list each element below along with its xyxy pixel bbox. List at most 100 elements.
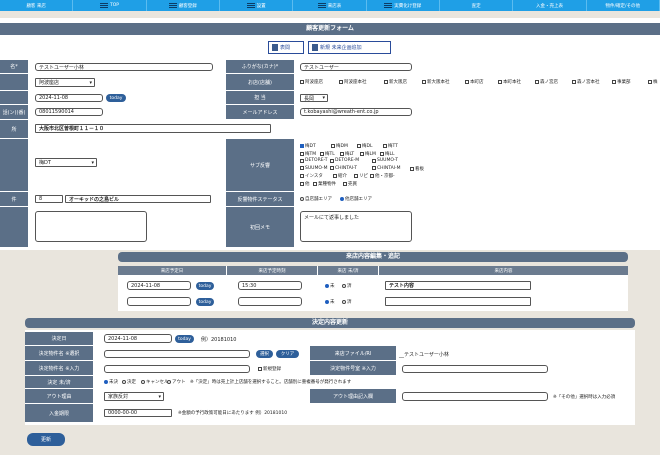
menu-icon: [168, 3, 177, 8]
address-input[interactable]: 大阪市北区曽根町１１－１０: [35, 124, 271, 133]
store-checkbox-0[interactable]: 阿波座店: [300, 79, 323, 85]
visit-status-not-2[interactable]: 未: [325, 299, 335, 305]
store-select[interactable]: 阿波座店: [35, 78, 95, 87]
store-checkbox-3[interactable]: 新大阪本社: [422, 79, 450, 85]
decision-prop-name2-input[interactable]: [104, 365, 250, 373]
memo-textarea[interactable]: メールにて返事しました: [300, 211, 412, 242]
campaign-button[interactable]: 新規 未来企画追加: [308, 41, 391, 54]
visit-date-input[interactable]: 2024-11-08: [127, 281, 191, 290]
staff-label: 担 当: [226, 91, 294, 104]
subarea-checkbox-21[interactable]: 業種物件: [313, 181, 336, 187]
subarea-checkbox-5[interactable]: 梅TL: [320, 151, 335, 157]
type-select[interactable]: 梅DT: [35, 158, 97, 167]
decision-date-input[interactable]: 2024-11-08: [104, 334, 172, 343]
store-checkbox-9[interactable]: 株: [648, 79, 658, 85]
decision-room-input[interactable]: [402, 365, 548, 373]
select-button[interactable]: 選択: [256, 350, 273, 358]
name-label: 名*: [0, 60, 28, 73]
nav-item-8[interactable]: 物件/確定/その他: [587, 0, 660, 11]
menu-icon: [246, 3, 255, 8]
new-registration-checkbox[interactable]: 新規登録: [258, 366, 281, 372]
reason-select[interactable]: 家族反対: [104, 392, 164, 401]
nav-item-5[interactable]: 実費化け登録: [367, 0, 440, 11]
decision-prop-name-input[interactable]: [104, 350, 250, 358]
subarea-checkbox-1[interactable]: 梅DM: [331, 143, 348, 149]
status-radio-other[interactable]: 他店舗エリア: [340, 196, 372, 202]
store-checkbox-5[interactable]: 本町本社: [498, 79, 521, 85]
menu-icon: [384, 3, 393, 8]
building-no-input[interactable]: 8: [35, 195, 63, 203]
top-nav: 顧客 来店 TOP 顧客登録 設置 来店表 実費化け登録 査定 入金・売上表 物件/確定/その他: [0, 0, 660, 11]
visit-status-done-2[interactable]: 済: [342, 299, 352, 305]
subarea-checkbox-2[interactable]: 梅DL: [357, 143, 372, 149]
visit-today-button-2[interactable]: today: [196, 298, 214, 306]
staff-select[interactable]: 長岡: [300, 94, 328, 102]
nav-item-3[interactable]: 設置: [220, 0, 294, 11]
today-button[interactable]: today: [106, 94, 126, 102]
nav-item-4[interactable]: 来店表: [293, 0, 367, 11]
subarea-checkbox-14[interactable]: CHINTAI-M: [372, 166, 401, 171]
subarea-checkbox-18[interactable]: リピ: [354, 173, 368, 179]
subarea-checkbox-9[interactable]: DETORE-T: [300, 158, 328, 163]
decision-prop-name2-label: 決定物件名 ※入力: [25, 361, 93, 375]
nav-item-7[interactable]: 入金・売上表: [513, 0, 587, 11]
nav-item-2[interactable]: 顧客登録: [147, 0, 220, 11]
building-name-input[interactable]: オーキッドの之島ビル: [65, 195, 211, 203]
phone-input[interactable]: 08011590014: [35, 108, 103, 116]
subarea-checkbox-4[interactable]: 梅TM: [300, 151, 316, 157]
subarea-checkbox-7[interactable]: 梅LM: [360, 151, 376, 157]
menu-icon: [99, 3, 108, 8]
decision-title: 決定内容更新: [25, 318, 635, 328]
clear-button[interactable]: クリア: [276, 350, 299, 358]
subarea-checkbox-13[interactable]: CHINTAI-T: [330, 166, 357, 171]
store-checkbox-2[interactable]: 新大阪店: [384, 79, 407, 85]
store-checkbox-4[interactable]: 本町店: [465, 79, 484, 85]
visit-content-input[interactable]: テスト内容: [385, 281, 531, 290]
decision-today-button[interactable]: today: [175, 335, 194, 343]
store-checkbox-8[interactable]: 事業部: [612, 79, 631, 85]
name-input[interactable]: テストユーザー小林: [35, 63, 213, 71]
store-checkbox-7[interactable]: 森ノ宮本社: [572, 79, 600, 85]
subarea-checkbox-8[interactable]: 梅LL: [380, 151, 395, 157]
reason-input[interactable]: [402, 392, 548, 401]
list-button[interactable]: 表間: [268, 41, 304, 54]
decision-status-radio-0[interactable]: 未決: [104, 379, 118, 385]
nav-item-0[interactable]: 顧客 来店: [0, 0, 74, 11]
subarea-checkbox-10[interactable]: DETORE-M: [330, 158, 359, 163]
subarea-checkbox-6[interactable]: 梅LT: [340, 151, 354, 157]
decision-status-radio-2[interactable]: キャンセル: [141, 379, 169, 385]
store-checkbox-1[interactable]: 阿波座本社: [339, 79, 367, 85]
date-input[interactable]: 2024-11-08: [35, 94, 103, 102]
subarea-checkbox-16[interactable]: インスタ: [300, 173, 323, 179]
status-label: 反響物件ステータス: [226, 192, 294, 206]
subarea-checkbox-15[interactable]: 看板: [410, 166, 424, 172]
subarea-checkbox-17[interactable]: 紹介: [333, 173, 347, 179]
email-input[interactable]: t.kobayashi@wreath-ent.co.jp: [300, 108, 412, 116]
visit-status-done[interactable]: 済: [342, 283, 352, 289]
decision-status-radio-3[interactable]: アウト: [167, 379, 186, 385]
subarea-checkbox-3[interactable]: 梅TT: [383, 143, 398, 149]
subarea-checkbox-19[interactable]: 他・京都-: [370, 173, 395, 179]
update-button[interactable]: 更新: [27, 433, 65, 446]
subarea-checkbox-20[interactable]: 他: [300, 181, 310, 187]
visit-col-time: 来店予定時刻: [227, 266, 317, 275]
visit-time-input-2[interactable]: [238, 297, 302, 306]
subarea-checkbox-0[interactable]: 梅DT: [300, 143, 316, 149]
subarea-checkbox-11[interactable]: SUUMO-T: [372, 158, 398, 163]
nav-item-6[interactable]: 査定: [440, 0, 514, 11]
decision-status-radio-1[interactable]: 決定: [122, 379, 136, 385]
kana-input[interactable]: テストユーザー: [300, 63, 412, 71]
decision-date-label: 決定日: [25, 332, 93, 345]
subarea-checkbox-12[interactable]: SUUMO-M: [300, 166, 328, 171]
blank-textarea[interactable]: [35, 211, 147, 242]
status-radio-own[interactable]: 自店舗エリア: [300, 196, 332, 202]
visit-content-input-2[interactable]: [385, 297, 531, 306]
nav-item-1[interactable]: TOP: [73, 0, 147, 11]
visit-today-button[interactable]: today: [196, 282, 214, 290]
visit-date-input-2[interactable]: [127, 297, 191, 306]
payment-input[interactable]: 0000-00-00: [104, 409, 172, 417]
visit-status-not[interactable]: 未: [325, 283, 335, 289]
visit-time-input[interactable]: 15:30: [238, 281, 302, 290]
subarea-checkbox-22[interactable]: 売買: [343, 181, 357, 187]
store-checkbox-6[interactable]: 森ノ宮店: [535, 79, 558, 85]
